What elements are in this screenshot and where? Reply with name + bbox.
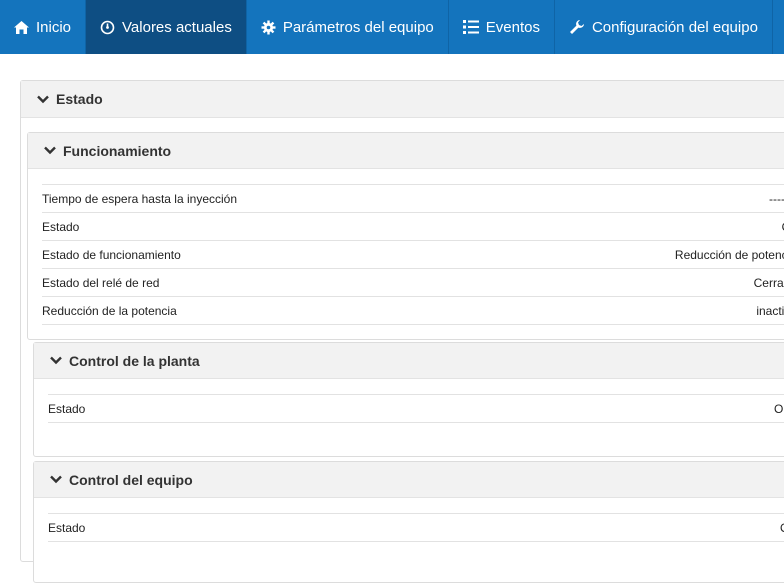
- row-label: Tiempo de espera hasta la inyección: [42, 191, 237, 206]
- control-planta-panel-header[interactable]: Control de la planta: [34, 343, 784, 379]
- data-row: Reducción de la potencia inactivo: [42, 296, 784, 325]
- nav-valores-actuales[interactable]: Valores actuales: [86, 0, 247, 54]
- data-row: Estado de funcionamiento Reducción de po…: [42, 240, 784, 268]
- nav-label: Inicio: [36, 18, 72, 36]
- panel-title: Control del equipo: [69, 471, 193, 488]
- row-value: inactivo: [756, 303, 784, 318]
- wrench-icon: [569, 19, 585, 35]
- gauge-icon: [100, 20, 115, 35]
- nav-label: Parámetros del equipo: [282, 18, 434, 36]
- chevron-down-icon: [44, 146, 56, 155]
- nav-label: Valores actuales: [122, 18, 232, 36]
- row-label: Estado: [42, 219, 80, 234]
- data-row: Estado del relé de red Cerrado: [42, 268, 784, 296]
- nav-eventos[interactable]: Eventos: [449, 0, 555, 54]
- list-icon: [462, 20, 479, 34]
- estado-panel-header[interactable]: Estado: [21, 81, 784, 118]
- chevron-down-icon: [50, 475, 62, 484]
- row-value: -------: [769, 191, 784, 206]
- row-value: ON: [780, 521, 784, 535]
- row-label: Estado del relé de red: [42, 275, 160, 290]
- nav-label: Eventos: [485, 18, 540, 36]
- estado-panel: Estado Funcionamiento Tiempo de espera h…: [20, 80, 784, 583]
- nav-inicio[interactable]: Inicio: [0, 0, 87, 54]
- nav-configuracion-equipo[interactable]: Configuración del equipo: [555, 0, 773, 54]
- control-equipo-panel-header[interactable]: Control del equipo: [34, 462, 784, 498]
- nav-parametros-equipo[interactable]: Parámetros del equipo: [247, 0, 449, 54]
- row-value: Cerrado: [753, 275, 784, 290]
- data-row: Estado OFF: [48, 394, 784, 423]
- row-label: Estado: [48, 401, 86, 416]
- nav-label: Configuración del equipo: [591, 18, 758, 36]
- gear-icon: [261, 20, 276, 35]
- control-equipo-panel: Control del equipo Estado ON: [33, 461, 784, 583]
- panel-title: Funcionamiento: [63, 142, 172, 159]
- row-value: Reducción de potencia: [674, 247, 784, 262]
- main-navbar: Inicio Valores actuales Parámetros del e…: [0, 0, 784, 54]
- funcionamiento-panel-header[interactable]: Funcionamiento: [28, 133, 784, 169]
- home-icon: [14, 20, 29, 34]
- data-row: Tiempo de espera hasta la inyección ----…: [42, 184, 784, 212]
- panel-title: Estado: [56, 91, 103, 107]
- row-label: Estado: [48, 520, 86, 535]
- row-label: Estado de funcionamiento: [42, 247, 181, 262]
- row-label: Reducción de la potencia: [42, 303, 177, 318]
- data-row: Estado Ok: [42, 212, 784, 240]
- control-planta-panel: Control de la planta Estado OFF: [33, 342, 784, 457]
- chevron-down-icon: [37, 95, 49, 104]
- funcionamiento-panel: Funcionamiento Tiempo de espera hasta la…: [27, 132, 784, 340]
- row-value: OFF: [774, 401, 784, 416]
- panel-title: Control de la planta: [69, 352, 200, 369]
- data-row: Estado ON: [48, 513, 784, 542]
- chevron-down-icon: [50, 356, 62, 365]
